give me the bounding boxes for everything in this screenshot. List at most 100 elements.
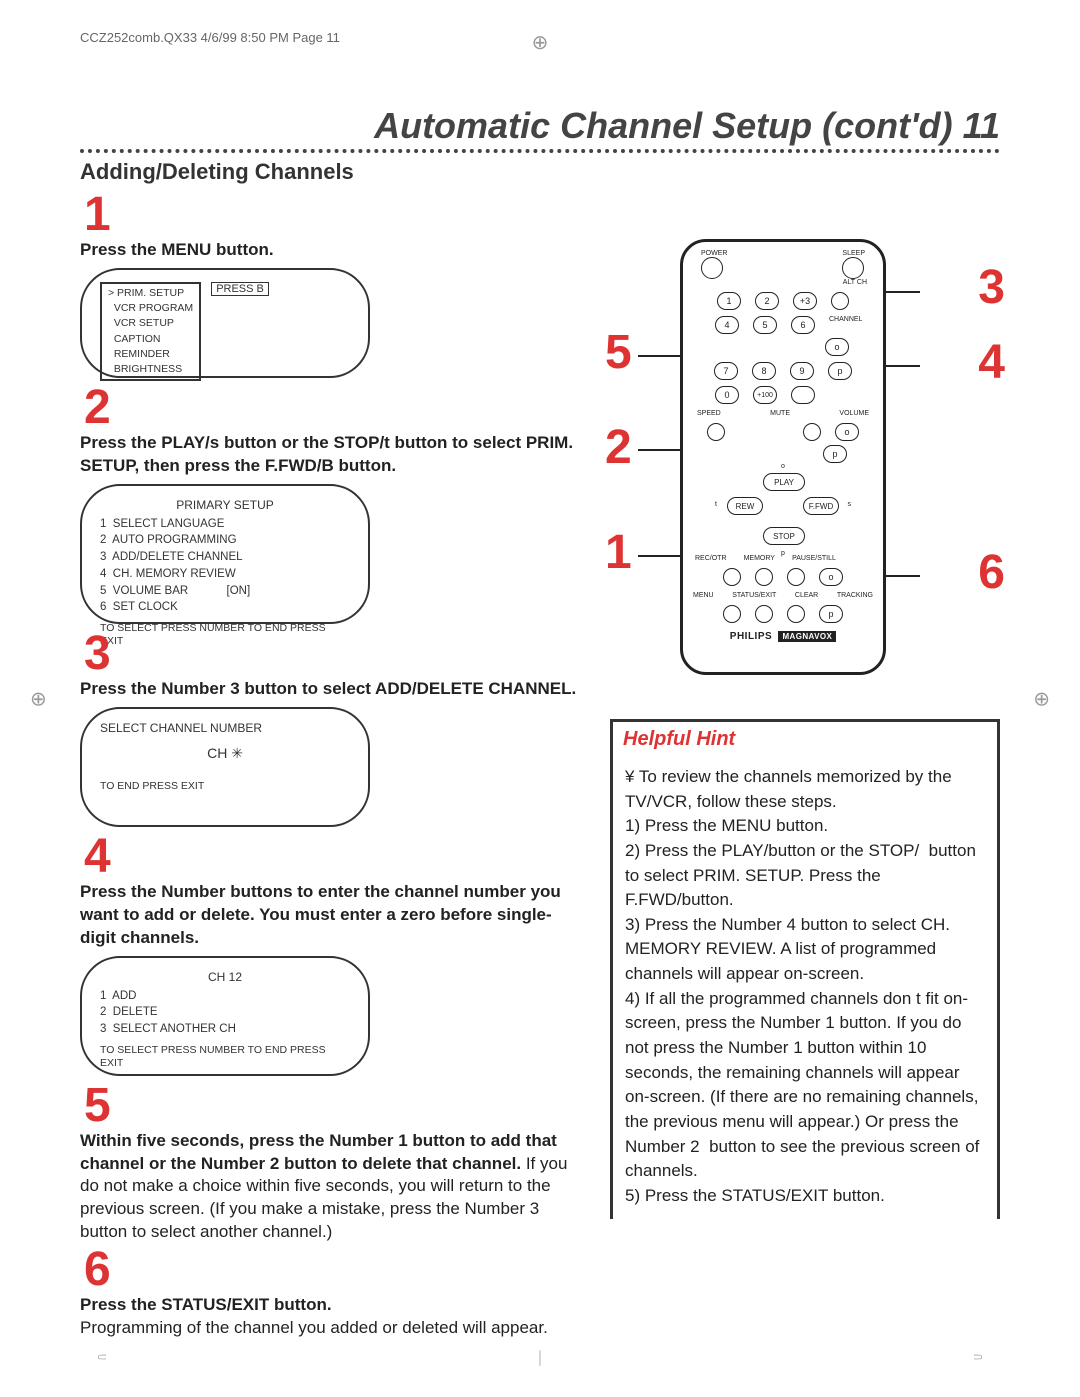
- label-speed: SPEED: [697, 410, 721, 417]
- page: CCZ252comb.QX33 4/6/99 8:50 PM Page 11 ⊕…: [0, 0, 1080, 1397]
- num-2-button[interactable]: 2: [755, 292, 779, 310]
- num-8-button[interactable]: 8: [752, 362, 776, 380]
- callout-num: 4: [978, 339, 1005, 387]
- crop-mark-icon: ⸧: [971, 1348, 985, 1367]
- tv-screen-ch-options: CH 12 1 ADD 2 DELETE 3 SELECT ANOTHER CH…: [80, 956, 370, 1076]
- step-text: Press the Number buttons to enter the ch…: [80, 881, 580, 950]
- label-channel: CHANNEL: [829, 316, 851, 334]
- power-button[interactable]: [701, 257, 723, 279]
- brand-philips: PHILIPS: [730, 631, 772, 642]
- speed-button[interactable]: [707, 423, 725, 441]
- play-button[interactable]: PLAY: [763, 473, 805, 491]
- tv-screen-select-channel: SELECT CHANNEL NUMBER CH ✳ TO END PRESS …: [80, 707, 370, 827]
- right-column: 5 2 1 3 4 6 POWER: [610, 189, 1000, 1340]
- callout-num: 3: [978, 264, 1005, 312]
- nav-pad: o PLAY REW F.FWD STOP t s p: [723, 469, 843, 549]
- extra-button[interactable]: [791, 386, 815, 404]
- label-statusexit: STATUS/EXIT: [732, 592, 776, 599]
- pad-left-label: t: [715, 501, 717, 508]
- screen-title: PRIMARY SETUP: [100, 498, 350, 512]
- screen-lines: 1 SELECT LANGUAGE 2 AUTO PROGRAMMING 3 A…: [100, 516, 350, 616]
- num-5-button[interactable]: 5: [753, 316, 777, 334]
- side-p-button[interactable]: p: [819, 605, 843, 623]
- registration-mark-icon: ⊕: [532, 30, 549, 55]
- num-7-button[interactable]: 7: [714, 362, 738, 380]
- recotr-button[interactable]: [723, 568, 741, 586]
- tv-screen-menu: > PRIM. SETUP VCR PROGRAM VCR SETUP CAPT…: [80, 268, 370, 378]
- callout-line: [882, 365, 920, 367]
- screen-lines: 1 ADD 2 DELETE 3 SELECT ANOTHER CH: [100, 988, 350, 1038]
- step-number: 6: [84, 1246, 580, 1294]
- altch-button[interactable]: [831, 292, 849, 310]
- num-0-button[interactable]: 0: [715, 386, 739, 404]
- num-1-button[interactable]: 1: [717, 292, 741, 310]
- status-exit-button[interactable]: [755, 605, 773, 623]
- step-text: Press the MENU button.: [80, 239, 580, 262]
- steps-column: 1 Press the MENU button. > PRIM. SETUP V…: [80, 189, 580, 1340]
- num-9-button[interactable]: 9: [790, 362, 814, 380]
- page-title: Automatic Channel Setup (cont'd) 11: [80, 105, 1000, 153]
- callout-num: 2: [605, 424, 632, 472]
- pad-right-label: s: [848, 501, 852, 508]
- crop-mark-icon: ⸦: [95, 1348, 109, 1367]
- pad-up-label: o: [723, 463, 843, 470]
- hint-text: To review the channels memorized by the …: [625, 767, 984, 1205]
- brand-row: PHILIPS MAGNAVOX: [683, 631, 883, 642]
- channel-down-button[interactable]: p: [828, 362, 852, 380]
- label-clear: CLEAR: [795, 592, 818, 599]
- screen-footer: TO SELECT PRESS NUMBER TO END PRESS EXIT: [100, 1044, 350, 1071]
- registration-mark-icon: ⊕: [30, 686, 47, 711]
- mute-button[interactable]: [803, 423, 821, 441]
- clear-button[interactable]: [787, 605, 805, 623]
- screen-title: SELECT CHANNEL NUMBER: [100, 721, 350, 735]
- remote-control: POWER SLEEP ALT CH 1 2 +3: [680, 239, 886, 675]
- callout-line: [638, 449, 680, 451]
- label-sleep: SLEEP: [842, 250, 865, 257]
- plus100-button[interactable]: +100: [753, 386, 777, 404]
- label-tracking: TRACKING: [837, 592, 873, 599]
- menu-list: > PRIM. SETUP VCR PROGRAM VCR SETUP CAPT…: [100, 282, 201, 381]
- callout-num: 5: [605, 329, 632, 377]
- channel-up-button[interactable]: o: [825, 338, 849, 356]
- side-o-button[interactable]: o: [819, 568, 843, 586]
- screen-title: CH 12: [100, 970, 350, 984]
- screen-footer: TO END PRESS EXIT: [100, 780, 350, 794]
- num-6-button[interactable]: 6: [791, 316, 815, 334]
- step-text: Within five seconds, press the Number 1 …: [80, 1130, 580, 1245]
- tv-screen-primary-setup: PRIMARY SETUP 1 SELECT LANGUAGE 2 AUTO P…: [80, 484, 370, 624]
- step-number: 2: [84, 384, 580, 432]
- step-text: Press the Number 3 button to select ADD/…: [80, 678, 580, 701]
- ffwd-button[interactable]: F.FWD: [803, 497, 839, 515]
- step-number: 1: [84, 191, 580, 239]
- registration-mark-icon: ⊕: [1033, 686, 1050, 711]
- stop-button[interactable]: STOP: [763, 527, 805, 545]
- label-volume: VOLUME: [839, 410, 869, 417]
- hint-body: ¥ To review the channels memorized by th…: [610, 757, 1000, 1219]
- rew-button[interactable]: REW: [727, 497, 763, 515]
- num-4-button[interactable]: 4: [715, 316, 739, 334]
- volume-down-button[interactable]: p: [823, 445, 847, 463]
- sleep-button[interactable]: [842, 257, 864, 279]
- step-number: 5: [84, 1082, 580, 1130]
- label-mute: MUTE: [770, 410, 790, 417]
- press-indicator: PRESS B: [211, 282, 269, 296]
- volume-up-button[interactable]: o: [835, 423, 859, 441]
- step-number: 4: [84, 833, 580, 881]
- hint-title: Helpful Hint: [610, 719, 1000, 757]
- menu-button[interactable]: [723, 605, 741, 623]
- num-3-button[interactable]: +3: [793, 292, 817, 310]
- callout-line: [882, 575, 920, 577]
- pausestill-button[interactable]: [787, 568, 805, 586]
- memory-button[interactable]: [755, 568, 773, 586]
- callout-line: [638, 555, 680, 557]
- brand-magnavox: MAGNAVOX: [778, 631, 836, 642]
- callout-num: 6: [978, 549, 1005, 597]
- step-text: Press the STATUS/EXIT button.Programming…: [80, 1294, 580, 1340]
- section-heading: Adding/Deleting Channels: [80, 159, 1000, 185]
- pad-down-label: p: [723, 550, 843, 557]
- step-text: Press the PLAY/s button or the STOP/t bu…: [80, 432, 580, 478]
- label-menu: MENU: [693, 592, 714, 599]
- label-power: POWER: [701, 250, 727, 257]
- label-recotr: REC/OTR: [695, 555, 727, 562]
- crop-mark-icon: ⏐: [536, 1350, 544, 1367]
